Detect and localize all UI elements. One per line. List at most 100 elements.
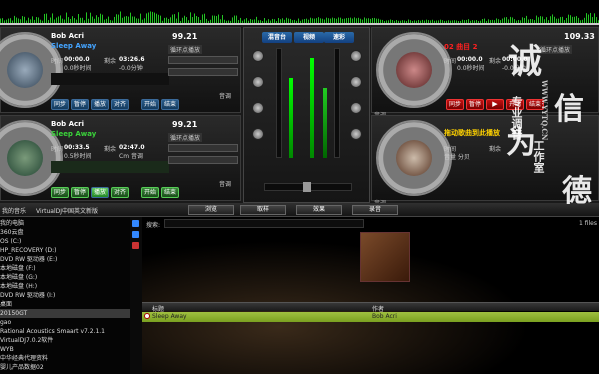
deck-1-mini-waveform[interactable]: [51, 73, 169, 85]
tree-item[interactable]: 360云盘: [0, 228, 130, 237]
waveform-bar: [150, 11, 151, 23]
deck-4-platter[interactable]: [376, 120, 452, 196]
left-volume-fader[interactable]: [276, 48, 282, 158]
deck-2-remain-label: 剩余: [104, 146, 117, 153]
file-count: 1 files: [579, 220, 597, 227]
left-eq-mid-knob[interactable]: [252, 102, 264, 114]
tree-item[interactable]: 婴儿产品数据02: [0, 363, 130, 372]
tree-item[interactable]: 本地磁盘 (G:): [0, 273, 130, 282]
deck-1-remain-sub: -0.0分钟: [119, 65, 143, 72]
tree-item[interactable]: HP_RECOVERY (D:): [0, 246, 130, 255]
waveform-bar: [146, 13, 147, 23]
waveform-bar: [44, 13, 45, 23]
deck-1-cue-button[interactable]: 对齐: [111, 99, 129, 110]
tree-item[interactable]: OS (C:): [0, 237, 130, 246]
tree-item[interactable]: DVD RW 驱动器 (E:): [0, 255, 130, 264]
folder-tree[interactable]: 我的电脑 360云盘 OS (C:) HP_RECOVERY (D:) DVD RW 驱…: [0, 217, 130, 374]
waveform-bar: [116, 14, 117, 23]
table-row[interactable]: Sleep Away Bob Acri: [142, 312, 599, 322]
tree-item[interactable]: 20150GT: [0, 309, 130, 318]
right-gain-knob[interactable]: [350, 50, 362, 62]
tab-record[interactable]: 录音: [352, 205, 398, 215]
left-eq-low-knob[interactable]: [252, 128, 264, 140]
deck-1-play-button[interactable]: 播放: [91, 99, 109, 110]
deck-2-loop-in-button[interactable]: 开始: [141, 187, 159, 198]
waveform-bar: [96, 15, 97, 23]
tree-item[interactable]: WYB: [0, 345, 130, 354]
deck-1-sync-button[interactable]: 同步: [51, 99, 69, 110]
deck-1-loop-in-button[interactable]: 开始: [141, 99, 159, 110]
search-icon[interactable]: [132, 220, 139, 227]
deck-1-loop-controls[interactable]: [168, 56, 238, 64]
music-folder-label[interactable]: 我的音乐: [2, 206, 26, 215]
waveform-bar: [536, 15, 537, 23]
waveform-bar: [172, 14, 173, 23]
deck-4-remain-label: 剩余: [489, 146, 502, 153]
deck-1-pitch-label[interactable]: 循环点播放: [168, 45, 203, 54]
waveform-bar: [152, 11, 153, 23]
tree-item[interactable]: 我的电脑: [0, 219, 130, 228]
playlist-icon[interactable]: [132, 231, 139, 238]
right-eq-high-knob[interactable]: [350, 76, 362, 88]
column-header: 标题 作者: [142, 302, 599, 313]
deck-1-cue-controls[interactable]: [168, 68, 238, 76]
deck-2-elapsed-label: 时间: [51, 146, 64, 153]
deck-1-vol-label: 音调: [219, 93, 232, 100]
tab-sampler[interactable]: 取样: [240, 205, 286, 215]
deck-1-pause-button[interactable]: 暂停: [71, 99, 89, 110]
deck-1-loop-out-button[interactable]: 结束: [161, 99, 179, 110]
waveform-bar: [216, 16, 217, 23]
tab-video[interactable]: 视频: [294, 32, 324, 43]
deck-3-remain-label: 剩余: [489, 58, 502, 65]
waveform-bar: [190, 12, 191, 23]
deck-2-pitch-label[interactable]: 循环点播放: [168, 133, 203, 142]
deck-3-play-icon[interactable]: ▶: [486, 99, 504, 110]
mixer-panel: 混音台 视频 速彩: [243, 27, 370, 203]
crossfader[interactable]: [264, 182, 352, 192]
waveform-bar: [196, 16, 197, 23]
deck-2-sync-button[interactable]: 同步: [51, 187, 69, 198]
waveform-graphic: [0, 11, 599, 23]
tree-item[interactable]: 本地磁盘 (F:): [0, 264, 130, 273]
search-label: 搜索:: [146, 222, 161, 229]
deck-3-pitch-label[interactable]: 循环点播放: [538, 45, 573, 54]
tree-item[interactable]: 中华经典代理资料: [0, 354, 130, 363]
deck-2-mini-waveform[interactable]: [51, 161, 169, 173]
deck-3-sync-button[interactable]: 同步: [446, 99, 464, 110]
deck-1-elapsed-sub: 0.0秒时间: [64, 65, 92, 72]
deck-2-cue-controls[interactable]: [168, 156, 238, 164]
deck-2-cue-button[interactable]: 对齐: [111, 187, 129, 198]
deck-3-platter[interactable]: [376, 32, 452, 108]
search-input[interactable]: [164, 219, 364, 228]
deck-2-pause-button[interactable]: 暂停: [71, 187, 89, 198]
deck-3-pause-button[interactable]: 暂停: [466, 99, 484, 110]
tab-mixer[interactable]: 混音台: [262, 32, 292, 43]
deck-3-bpm: 109.33: [564, 32, 595, 41]
tab-browser[interactable]: 浏览: [188, 205, 234, 215]
deck-2-bpm: 99.21: [172, 120, 198, 129]
waveform-bar: [52, 13, 53, 23]
tree-item[interactable]: 桌面: [0, 300, 130, 309]
tree-item[interactable]: DVD RW 驱动器 (I:): [0, 291, 130, 300]
waveform-strip[interactable]: [0, 0, 599, 24]
tab-effects-bottom[interactable]: 效果: [296, 205, 342, 215]
right-eq-low-knob[interactable]: [350, 128, 362, 140]
right-eq-mid-knob[interactable]: [350, 102, 362, 114]
right-volume-fader[interactable]: [334, 48, 340, 158]
waveform-bar: [586, 13, 587, 23]
left-eq-high-knob[interactable]: [252, 76, 264, 88]
tree-item[interactable]: 本地磁盘 (H:): [0, 282, 130, 291]
left-gain-knob[interactable]: [252, 50, 264, 62]
tree-item[interactable]: VirtualDJ7.0.2软件: [0, 336, 130, 345]
sidelist-icon[interactable]: [132, 242, 139, 249]
tab-effects[interactable]: 速彩: [324, 32, 354, 43]
deck-2-loop-controls[interactable]: [168, 144, 238, 152]
deck-2-loop-out-button[interactable]: 结束: [161, 187, 179, 198]
crossfader-handle[interactable]: [303, 182, 311, 192]
track-artist: Bob Acri: [372, 313, 397, 320]
waveform-bar: [160, 15, 161, 23]
tree-item[interactable]: gao: [0, 318, 130, 327]
deck-2-play-button[interactable]: 播放: [91, 187, 109, 198]
waveform-bar: [174, 14, 175, 23]
tree-item[interactable]: Rational Acoustics Smaart v7.2.1.1: [0, 327, 130, 336]
